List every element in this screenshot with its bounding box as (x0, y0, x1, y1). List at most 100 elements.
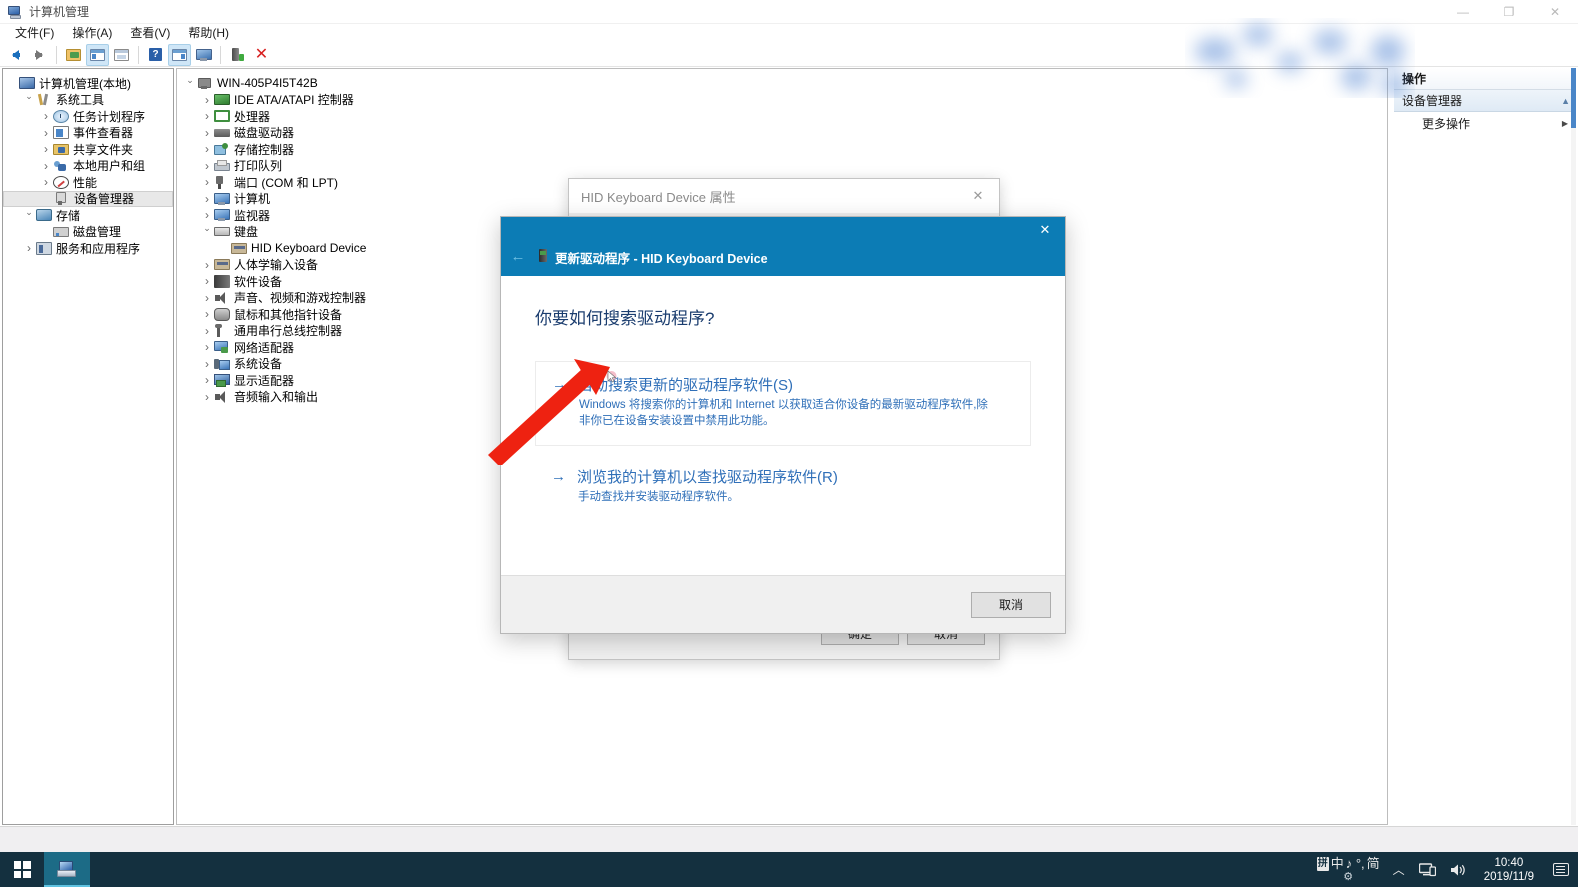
menu-action[interactable]: 操作(A) (63, 24, 121, 43)
back-arrow-icon[interactable]: ← (509, 247, 527, 265)
device-node-label: 人体学输入设备 (234, 258, 319, 273)
update-driver-wizard[interactable]: ← 更新驱动程序 - HID Keyboard Device ✕ 你要如何搜索驱… (500, 216, 1066, 634)
device-node-3[interactable]: 磁盘驱动器 (177, 125, 1387, 142)
wizard-close-icon[interactable]: ✕ (1025, 217, 1065, 243)
window-controls: — ❐ ✕ (1440, 0, 1578, 24)
chevron-right-icon[interactable] (200, 274, 214, 288)
chevron-right-icon[interactable] (200, 208, 214, 222)
actions-pane-scrollbar[interactable] (1571, 68, 1576, 825)
taskbar: 拼 中 ♪ °, 简 ⚙ ︿ 10:40 2019/11/9 (0, 852, 1578, 887)
option-auto-search[interactable]: → 自动搜索更新的驱动程序软件(S) Windows 将搜索你的计算机和 Int… (535, 361, 1031, 446)
chevron-right-icon[interactable] (200, 307, 214, 321)
chevron-right-icon[interactable] (200, 93, 214, 107)
print-icon (214, 160, 230, 172)
chevron-right-icon[interactable] (200, 373, 214, 387)
device-node-1[interactable]: IDE ATA/ATAPI 控制器 (177, 92, 1387, 109)
sidebar-item-0[interactable]: 计算机管理(本地) (3, 75, 173, 92)
chevron-up-icon[interactable]: ▲ (1561, 96, 1570, 106)
clock-time: 10:40 (1494, 856, 1524, 869)
sidebar-item-7[interactable]: 设备管理器 (3, 190, 173, 207)
menu-file[interactable]: 文件(F) (6, 24, 63, 43)
menu-help[interactable]: 帮助(H) (179, 24, 238, 43)
sidebar-item-label: 计算机管理(本地) (39, 76, 131, 91)
chevron-right-icon[interactable] (200, 291, 214, 305)
disp-icon (214, 374, 230, 388)
action-center-icon[interactable] (1544, 852, 1578, 887)
chevron-right-icon[interactable] (200, 142, 214, 156)
actions-group-device-manager[interactable]: 设备管理器 ▲ (1394, 90, 1576, 112)
status-bar (0, 826, 1578, 852)
gear-icon[interactable]: ⚙ (1343, 871, 1353, 883)
chevron-down-icon[interactable] (22, 210, 36, 221)
wizard-cancel-button[interactable]: 取消 (971, 591, 1051, 618)
option-browse-computer[interactable]: → 浏览我的计算机以查找驱动程序软件(R) 手动查找并安装驱动程序软件。 (535, 454, 1031, 521)
chevron-right-icon[interactable] (200, 390, 214, 404)
ime-script-label: 简 (1366, 855, 1380, 871)
update-driver-icon[interactable] (226, 44, 249, 66)
chevron-right-icon[interactable] (200, 357, 214, 371)
chevron-right-icon[interactable] (39, 159, 53, 173)
menu-view[interactable]: 查看(V) (121, 24, 179, 43)
keyboard-icon (214, 227, 230, 237)
chevron-right-icon[interactable] (200, 159, 214, 173)
device-node-0[interactable]: WIN-405P4I5T42B (177, 75, 1387, 92)
sidebar-item-label: 性能 (73, 175, 98, 190)
chevron-right-icon[interactable] (39, 126, 53, 140)
show-hidden-icons-chevron-icon[interactable]: ︿ (1386, 852, 1412, 887)
sidebar-item-label: 服务和应用程序 (56, 241, 141, 256)
sidebar-item-4[interactable]: 共享文件夹 (3, 141, 173, 158)
scrollbar-thumb[interactable] (1571, 68, 1576, 128)
up-folder-icon[interactable] (62, 44, 85, 66)
device-node-4[interactable]: 存储控制器 (177, 141, 1387, 158)
chevron-right-icon[interactable] (39, 142, 53, 156)
forward-icon[interactable] (28, 44, 51, 66)
chevron-right-icon[interactable] (39, 109, 53, 123)
start-button[interactable] (0, 852, 44, 887)
uninstall-device-icon[interactable]: ✕ (250, 44, 273, 66)
action-more-actions[interactable]: 更多操作 ▶ (1394, 112, 1576, 134)
sidebar-item-8[interactable]: 存储 (3, 207, 173, 224)
device-node-2[interactable]: 处理器 (177, 108, 1387, 125)
sidebar-item-6[interactable]: 性能 (3, 174, 173, 191)
chevron-right-icon[interactable] (200, 192, 214, 206)
help-icon[interactable]: ? (144, 44, 167, 66)
show-action-pane-icon[interactable] (168, 43, 191, 66)
clock[interactable]: 10:40 2019/11/9 (1474, 852, 1544, 887)
arrow-right-icon-2: → (551, 468, 566, 485)
properties-icon[interactable] (110, 44, 133, 66)
chevron-down-icon[interactable] (200, 226, 214, 237)
back-icon[interactable] (4, 44, 27, 66)
ime-indicator[interactable]: 拼 中 ♪ °, 简 ⚙ (1311, 852, 1386, 887)
properties-close-icon[interactable]: ✕ (963, 181, 993, 211)
chevron-right-icon[interactable] (200, 126, 214, 140)
sidebar-item-1[interactable]: 系统工具 (3, 92, 173, 109)
chevron-right-icon[interactable] (200, 258, 214, 272)
sidebar-item-10[interactable]: 服务和应用程序 (3, 240, 173, 257)
sidebar-item-5[interactable]: 本地用户和组 (3, 158, 173, 175)
console-tree-pane[interactable]: 计算机管理(本地) 系统工具任务计划程序事件查看器共享文件夹本地用户和组性能设备管… (2, 68, 174, 825)
device-node-5[interactable]: 打印队列 (177, 158, 1387, 175)
chevron-right-icon[interactable] (200, 324, 214, 338)
chevron-right-icon[interactable] (200, 340, 214, 354)
chevron-right-icon[interactable] (39, 175, 53, 189)
chevron-right-icon[interactable] (200, 175, 214, 189)
sidebar-item-3[interactable]: 事件查看器 (3, 125, 173, 142)
scan-hardware-icon[interactable] (192, 44, 215, 66)
arrow-right-icon: → (552, 376, 567, 393)
device-node-label: 系统设备 (234, 357, 283, 372)
taskbar-computer-management[interactable] (44, 852, 90, 887)
show-console-tree-icon[interactable] (86, 43, 109, 66)
chevron-down-icon[interactable] (183, 78, 197, 89)
minimize-button[interactable]: — (1440, 0, 1486, 24)
chevron-right-icon[interactable] (200, 109, 214, 123)
chevron-right-icon[interactable] (22, 241, 36, 255)
sidebar-item-9[interactable]: 磁盘管理 (3, 224, 173, 241)
close-button[interactable]: ✕ (1532, 0, 1578, 24)
sidebar-item-2[interactable]: 任务计划程序 (3, 108, 173, 125)
chevron-down-icon[interactable] (22, 94, 36, 105)
maximize-button[interactable]: ❐ (1486, 0, 1532, 24)
network-icon[interactable] (1412, 852, 1443, 887)
device-node-label: 网络适配器 (234, 340, 295, 355)
volume-icon[interactable] (1443, 852, 1474, 887)
window-title: 计算机管理 (29, 5, 90, 19)
